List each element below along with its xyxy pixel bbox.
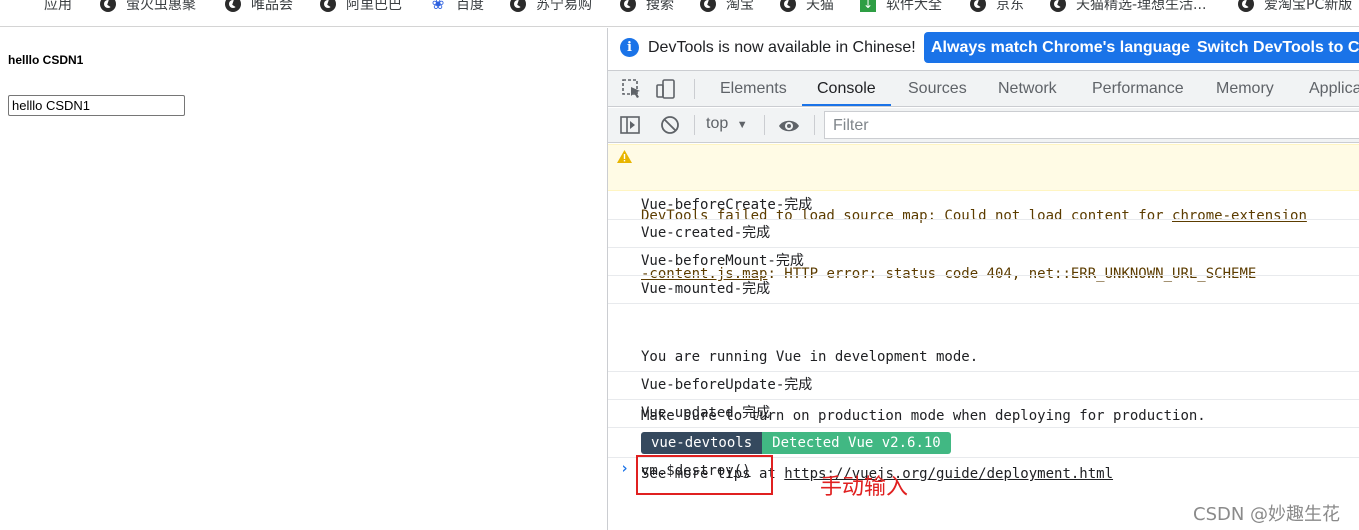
toolbar-divider xyxy=(764,115,765,135)
device-toolbar-icon[interactable] xyxy=(656,79,676,99)
filter-placeholder: Filter xyxy=(833,117,869,134)
show-sidebar-icon[interactable] xyxy=(620,115,640,135)
bookmark-item[interactable]: 唯品会 xyxy=(225,0,293,14)
context-label: top xyxy=(706,115,729,132)
bookmark-item[interactable]: 淘宝 xyxy=(700,0,754,14)
warning-message: DevTools failed to load source map: Coul… xyxy=(608,144,1359,282)
context-selector[interactable]: top ▼ xyxy=(706,115,748,133)
tab-console[interactable]: Console xyxy=(802,71,891,106)
toolbar-divider xyxy=(694,79,695,99)
dev-mode-line-1: You are running Vue in development mode. xyxy=(641,349,979,365)
console-output: DevTools failed to load source map: Coul… xyxy=(608,144,1359,530)
globe-icon xyxy=(1050,0,1066,12)
bookmark-item[interactable]: 京东 xyxy=(970,0,1024,14)
highlight-box xyxy=(636,455,773,495)
info-icon: i xyxy=(620,38,639,57)
dev-mode-message: You are running Vue in development mode.… xyxy=(608,304,1359,482)
globe-icon xyxy=(225,0,241,12)
console-log-line: Vue-beforeUpdate-完成 xyxy=(608,372,1359,400)
tab-application[interactable]: Application xyxy=(1309,71,1359,106)
console-toolbar: top ▼ Filter xyxy=(608,108,1359,143)
bookmark-apps[interactable]: 应用 xyxy=(18,0,72,14)
eye-icon[interactable] xyxy=(778,116,800,136)
bookmark-label: 唯品会 xyxy=(251,0,293,13)
vue-version-badge: Detected Vue v2.6.10 xyxy=(762,432,951,454)
bookmark-item[interactable]: 搜索 xyxy=(620,0,674,14)
download-icon: ↓ xyxy=(860,0,876,12)
bookmark-label: 搜索 xyxy=(646,0,674,13)
tab-network[interactable]: Network xyxy=(998,71,1057,106)
tab-elements[interactable]: Elements xyxy=(720,71,787,106)
devtools-tabbar: Elements Console Sources Network Perform… xyxy=(608,71,1359,107)
bookmark-item[interactable]: ↓ 软件大全 xyxy=(860,0,942,14)
vue-devtools-message: vue-devtools Detected Vue v2.6.10 xyxy=(608,428,1359,458)
bookmark-label: 淘宝 xyxy=(726,0,754,13)
console-log-line: Vue-beforeCreate-完成 xyxy=(608,192,1359,220)
globe-icon xyxy=(100,0,116,12)
bookmark-label: 应用 xyxy=(44,0,72,13)
text-input[interactable] xyxy=(8,95,185,116)
bookmark-label: 天猫精选-理想生活... xyxy=(1076,0,1207,13)
globe-icon xyxy=(510,0,526,12)
prompt-chevron-icon: › xyxy=(620,459,630,477)
bookmark-label: 苏宁易购 xyxy=(536,0,592,13)
bookmark-item[interactable]: ❀ 百度 xyxy=(430,0,484,14)
globe-icon xyxy=(780,0,796,12)
language-infobar: i DevTools is now available in Chinese! … xyxy=(608,28,1359,71)
bookmark-item[interactable]: 萤火虫惠聚 xyxy=(100,0,196,14)
bookmark-label: 萤火虫惠聚 xyxy=(126,0,196,13)
devtools-panel: i DevTools is now available in Chinese! … xyxy=(607,28,1359,530)
bookmark-label: 百度 xyxy=(456,0,484,13)
toolbar-divider xyxy=(814,115,815,135)
bookmark-label: 软件大全 xyxy=(886,0,942,13)
console-log-line: Vue-updated-完成 xyxy=(608,400,1359,428)
bookmark-item[interactable]: 爱淘宝PC新版 xyxy=(1238,0,1352,14)
globe-icon xyxy=(970,0,986,12)
bookmark-item[interactable]: 苏宁易购 xyxy=(510,0,592,14)
globe-icon xyxy=(700,0,716,12)
toolbar-divider xyxy=(694,115,695,135)
console-log-line: Vue-beforeMount-完成 xyxy=(608,248,1359,276)
tab-memory[interactable]: Memory xyxy=(1216,71,1274,106)
match-language-button[interactable]: Always match Chrome's language xyxy=(924,32,1197,63)
page-heading: helllo CSDN1 xyxy=(8,53,84,67)
tab-sources[interactable]: Sources xyxy=(908,71,967,106)
infobar-text: DevTools is now available in Chinese! xyxy=(648,39,916,56)
page-viewport: helllo CSDN1 xyxy=(0,28,607,530)
globe-icon xyxy=(320,0,336,12)
console-log-line: Vue-mounted-完成 xyxy=(608,276,1359,304)
globe-icon xyxy=(1238,0,1254,12)
vue-devtools-badge: vue-devtools xyxy=(641,432,763,454)
inspect-element-icon[interactable] xyxy=(622,79,642,99)
bookmark-item[interactable]: 天猫 xyxy=(780,0,834,14)
switch-language-button[interactable]: Switch DevTools to Chinese xyxy=(1190,32,1359,63)
bookmark-item[interactable]: 天猫精选-理想生活... xyxy=(1050,0,1206,14)
globe-icon xyxy=(620,0,636,12)
bookmark-label: 爱淘宝PC新版 xyxy=(1264,0,1353,13)
bookmark-label: 京东 xyxy=(996,0,1024,13)
dropdown-arrow-icon: ▼ xyxy=(736,119,748,131)
baidu-paw-icon: ❀ xyxy=(431,0,445,13)
apps-icon xyxy=(18,0,34,12)
tab-performance[interactable]: Performance xyxy=(1092,71,1184,106)
clear-console-icon[interactable] xyxy=(660,115,680,135)
bookmark-label: 阿里巴巴 xyxy=(346,0,402,13)
bookmark-item[interactable]: 阿里巴巴 xyxy=(320,0,402,14)
filter-input[interactable]: Filter xyxy=(824,111,1359,139)
console-log-line: Vue-created-完成 xyxy=(608,220,1359,248)
watermark: CSDN @妙趣生花 xyxy=(1193,504,1341,525)
annotation-label: 手动输入 xyxy=(820,475,909,500)
bookmarks-bar: 应用 萤火虫惠聚 唯品会 阿里巴巴 ❀ 百度 苏宁易购 搜索 淘宝 天猫 ↓ 软… xyxy=(0,0,1359,27)
bookmark-label: 天猫 xyxy=(806,0,834,13)
warning-icon xyxy=(617,150,632,163)
